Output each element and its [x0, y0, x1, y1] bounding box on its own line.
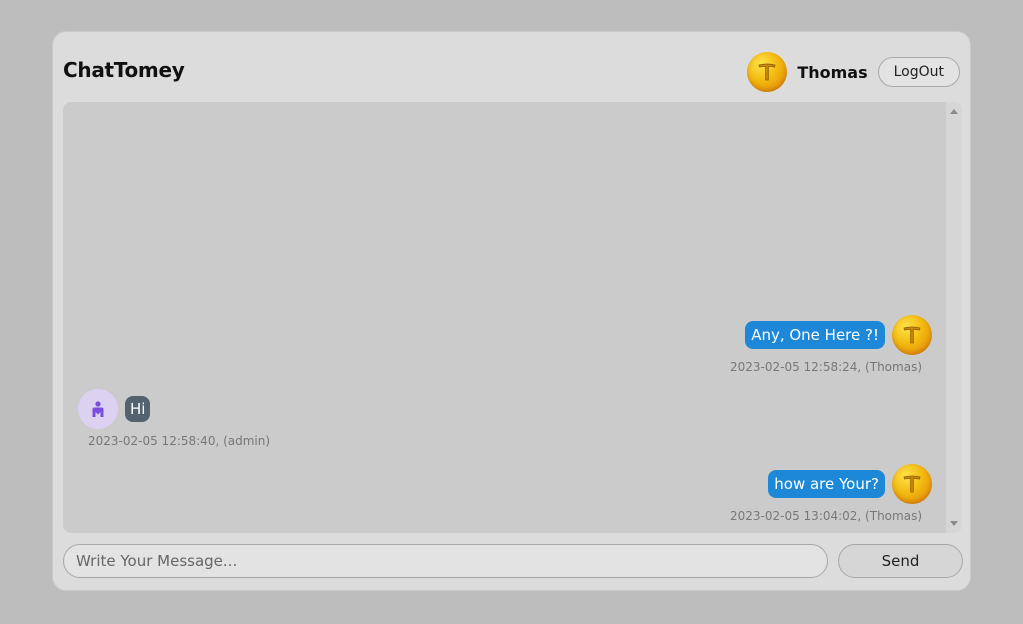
sender-avatar	[892, 315, 932, 355]
sender-avatar	[892, 464, 932, 504]
scroll-up-arrow-icon[interactable]	[950, 109, 958, 114]
message-list[interactable]: Any, One Here ?! 2023-02-05 12:58:24, (T…	[63, 102, 962, 533]
message-input[interactable]	[63, 544, 828, 578]
message-scrollbar[interactable]	[946, 102, 962, 533]
composer: Send	[63, 544, 963, 578]
user-avatar	[747, 52, 788, 92]
scroll-down-arrow-icon[interactable]	[950, 521, 958, 526]
message-timestamp: 2023-02-05 13:04:02, (Thomas)	[729, 509, 922, 523]
message-item: Hi	[78, 389, 151, 429]
letter-t-avatar-icon	[903, 326, 921, 344]
send-button[interactable]: Send	[838, 544, 963, 578]
app-title: ChatTomey	[63, 58, 185, 82]
admin-user-icon	[92, 401, 104, 417]
message-item: how are Your?	[768, 464, 932, 504]
logout-button[interactable]: LogOut	[877, 57, 960, 87]
user-area: Thomas LogOut	[747, 52, 960, 92]
user-name: Thomas	[797, 62, 868, 82]
sender-avatar	[78, 389, 118, 429]
message-bubble: Any, One Here ?!	[745, 321, 885, 349]
chat-app-window: ChatTomey Thomas LogOut Any, One Here ?!…	[52, 31, 971, 591]
message-bubble: Hi	[125, 396, 151, 422]
letter-t-avatar-icon	[903, 475, 921, 493]
message-bubble: how are Your?	[768, 470, 885, 498]
letter-t-avatar-icon	[758, 63, 776, 81]
message-item: Any, One Here ?!	[745, 315, 932, 355]
message-timestamp: 2023-02-05 12:58:24, (Thomas)	[729, 360, 922, 374]
message-timestamp: 2023-02-05 12:58:40, (admin)	[88, 434, 271, 448]
